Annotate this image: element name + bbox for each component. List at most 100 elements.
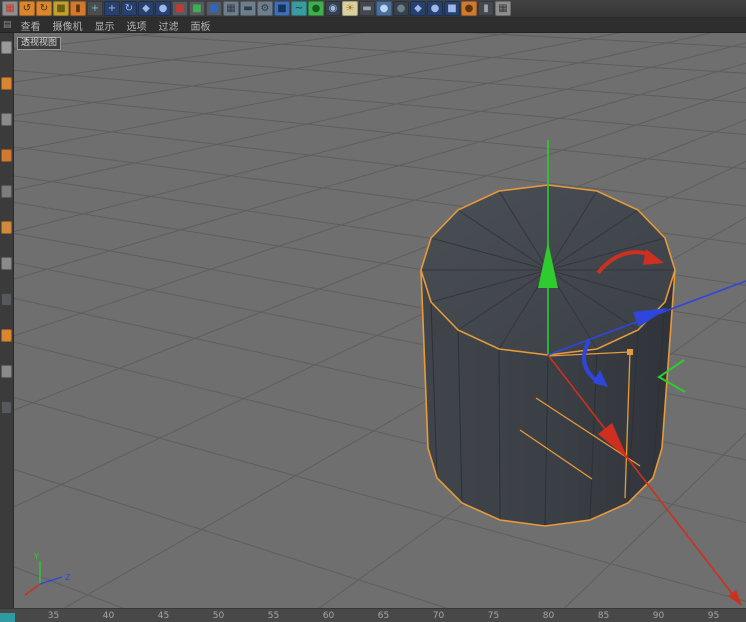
toolbar-icon-glyph: ● — [464, 2, 474, 14]
timeline-tick-label: 55 — [267, 610, 280, 621]
grid-snap-icon[interactable] — [1, 365, 12, 378]
knife-tool-icon[interactable] — [1, 257, 12, 270]
arc-tool-icon[interactable] — [1, 329, 12, 342]
toolbar-icon-glyph: ■ — [192, 2, 202, 14]
toolbar-icon-glyph: ■ — [277, 2, 287, 14]
smooth-shift-icon[interactable] — [1, 293, 12, 306]
timeline-tick-label: 80 — [542, 610, 555, 621]
z-axis-lock-icon[interactable]: ■ — [206, 1, 222, 16]
volume-icon[interactable]: ■ — [444, 1, 460, 16]
viewport-menu: 查看 摄像机 显示 选项 过滤 面板 — [16, 18, 218, 33]
toolbar-icon-glyph: ☀ — [345, 2, 355, 14]
toolbar-icon-glyph: ■ — [175, 2, 185, 14]
toolbar-icon-glyph: ● — [396, 2, 406, 14]
toolbar-icon-glyph: ◆ — [142, 2, 150, 14]
viewport-menu-item[interactable]: 查看 — [21, 18, 41, 33]
coordinate-system-icon[interactable]: ● — [155, 1, 171, 16]
selected-vertex-handle[interactable] — [627, 349, 633, 355]
timeline-tick-label: 75 — [487, 610, 500, 621]
camera-object-icon[interactable]: ◉ — [325, 1, 341, 16]
timeline-tick-label: 50 — [212, 610, 225, 621]
viewport-panel-icon[interactable]: ▤ — [3, 20, 12, 30]
toolbar-icon-glyph: ↻ — [124, 2, 134, 14]
pen-tool-icon[interactable] — [1, 77, 12, 90]
spline-pen-icon[interactable]: ~ — [291, 1, 307, 16]
timeline-tick-label: 60 — [322, 610, 335, 621]
axis-x-end-arrowhead — [728, 590, 742, 606]
timeline-tick-label: 85 — [597, 610, 610, 621]
timeline-tick-label: 35 — [47, 610, 60, 621]
timeline-tick-label: 90 — [652, 610, 665, 621]
x-axis-lock-icon[interactable]: ■ — [172, 1, 188, 16]
viewport-menubar: ▤ 查看 摄像机 显示 选项 过滤 面板 — [0, 18, 746, 33]
viewport-3d[interactable]: Y Z — [0, 0, 746, 622]
toolbar-icon-glyph: ⚙ — [260, 2, 270, 14]
toolbar-icon-glyph: ▦ — [5, 2, 15, 14]
toolbar-icon-glyph: ↺ — [22, 2, 32, 14]
sphere-object-icon[interactable]: ● — [308, 1, 324, 16]
timeline-tick-label: 65 — [377, 610, 390, 621]
toolbar-icon-glyph: ■ — [447, 2, 457, 14]
sky-object-icon[interactable]: ● — [376, 1, 392, 16]
extrude-cylinder-icon[interactable]: ▮ — [70, 1, 86, 16]
timeline-ruler[interactable]: 35 40 45 50 55 60 65 70 75 80 85 90 95 — [0, 608, 746, 622]
move-tool-icon[interactable]: + — [104, 1, 120, 16]
timeline-tick-label: 95 — [707, 610, 720, 621]
toolbar-icon-glyph: ▮ — [483, 2, 489, 14]
toolbar-icon-glyph: ■ — [209, 2, 219, 14]
timeline-marker[interactable] — [0, 613, 15, 622]
redo-icon[interactable]: ↻ — [36, 1, 52, 16]
live-selection-icon[interactable] — [1, 41, 12, 54]
rotate-tool-icon[interactable]: ↻ — [121, 1, 137, 16]
world-axis-z-label: Z — [65, 573, 71, 582]
toolbar-icon-glyph: ● — [430, 2, 440, 14]
workplane-icon[interactable] — [1, 401, 12, 414]
toolbar-icon-glyph: + — [90, 2, 100, 14]
scale-tool-icon[interactable]: ◆ — [138, 1, 154, 16]
viewport-menu-item[interactable]: 面板 — [191, 18, 211, 33]
toolbar-icon-glyph: ▦ — [498, 2, 508, 14]
undo-icon[interactable]: ↺ — [19, 1, 35, 16]
floor-object-icon[interactable]: ▬ — [359, 1, 375, 16]
toolbar-icon-glyph: ~ — [294, 2, 304, 14]
mirror-tool-icon[interactable] — [1, 185, 12, 198]
toolbar-icon-glyph: ◆ — [414, 2, 422, 14]
light-object-icon[interactable]: ☀ — [342, 1, 358, 16]
viewport-menu-item[interactable]: 显示 — [95, 18, 115, 33]
viewport-menu-item[interactable]: 过滤 — [159, 18, 179, 33]
render-view-icon[interactable]: ▦ — [223, 1, 239, 16]
display-filter-icon[interactable]: ▦ — [495, 1, 511, 16]
toolbar-icon-glyph: ▮ — [75, 2, 81, 14]
viewport-menu-item[interactable]: 摄像机 — [53, 18, 83, 33]
material-icon[interactable]: ● — [393, 1, 409, 16]
render-settings-icon[interactable]: ⚙ — [257, 1, 273, 16]
toolbar-icon-glyph: ◉ — [328, 2, 338, 14]
left-tool-sidebar — [0, 33, 14, 608]
character-tool-icon[interactable]: ● — [461, 1, 477, 16]
timeline-tick-label: 40 — [102, 610, 115, 621]
magnet-snap-icon[interactable] — [1, 149, 12, 162]
axis-tool-icon[interactable]: + — [87, 1, 103, 16]
measure-tool-icon[interactable] — [1, 113, 12, 126]
toolbar-icon-glyph: ↻ — [39, 2, 49, 14]
primitive-cube-icon[interactable]: ■ — [274, 1, 290, 16]
timeline-tick-label: 45 — [157, 610, 170, 621]
layout-palette-icon[interactable]: ▦ — [2, 1, 18, 16]
toolbar-icon-glyph: ● — [379, 2, 389, 14]
toolbar-icon-glyph: ● — [311, 2, 321, 14]
toolbar-icon-glyph: ● — [158, 2, 168, 14]
modeling-cube-icon[interactable]: ■ — [53, 1, 69, 16]
world-axis-x — [24, 583, 41, 596]
viewport-menu-item[interactable]: 选项 — [127, 18, 147, 33]
brush-tool-icon[interactable] — [1, 221, 12, 234]
world-axis-y-label: Y — [33, 552, 39, 561]
y-axis-lock-icon[interactable]: ■ — [189, 1, 205, 16]
viewport-name-label: 透视视图 — [17, 37, 62, 50]
simulation-icon[interactable]: ● — [427, 1, 443, 16]
toolbar-icon-glyph: ▬ — [243, 2, 253, 14]
mograph-icon[interactable]: ◆ — [410, 1, 426, 16]
render-to-picture-icon[interactable]: ▬ — [240, 1, 256, 16]
toolbar-icon-glyph: + — [107, 2, 117, 14]
toolbar-icon-glyph: ▬ — [362, 2, 372, 14]
timeline-track-icon[interactable]: ▮ — [478, 1, 494, 16]
